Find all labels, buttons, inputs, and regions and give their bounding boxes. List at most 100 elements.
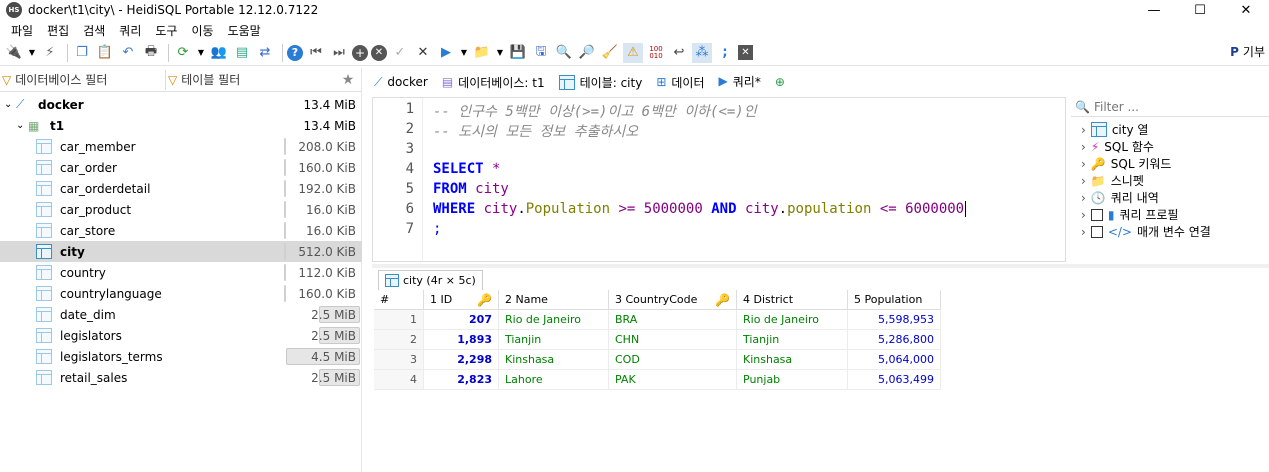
cell-district[interactable]: Rio de Janeiro — [737, 310, 848, 330]
tree-node-table[interactable]: countrylanguage 160.0 KiB — [0, 283, 362, 304]
close-button[interactable]: ✕ — [1223, 0, 1269, 20]
next-record-icon[interactable]: ⏭ — [329, 43, 349, 63]
cell-rownum[interactable]: 1 — [374, 310, 424, 330]
menu-goto[interactable]: 이동 — [184, 22, 220, 39]
menu-file[interactable]: 파일 — [4, 22, 40, 39]
transfer-icon[interactable]: ⇄ — [255, 43, 275, 63]
print-icon[interactable]: 🖶 — [141, 43, 161, 63]
table-row[interactable]: 3 2,298 Kinshasa COD Kinshasa 5,064,000 — [374, 350, 941, 370]
header-countrycode[interactable]: 3 CountryCode 🔑 — [609, 290, 737, 310]
tab-table[interactable]: 테이블: city — [552, 70, 650, 94]
table-row[interactable]: 4 2,823 Lahore PAK Punjab 5,063,499 — [374, 370, 941, 390]
save-snippet-icon[interactable]: 🖫 — [531, 43, 551, 63]
tree-node-table[interactable]: car_member 208.0 KiB — [0, 136, 362, 157]
helper-item-columns[interactable]: › city 열 — [1071, 121, 1269, 138]
table-row[interactable]: 2 1,893 Tianjin CHN Tianjin 5,286,800 — [374, 330, 941, 350]
helper-item-keywords[interactable]: › 🔑 SQL 키워드 — [1071, 155, 1269, 172]
menu-help[interactable]: 도움말 — [221, 22, 268, 39]
chevron-down-icon[interactable]: ⌄ — [16, 120, 28, 131]
helper-item-profile[interactable]: › ▮ 쿼리 프로필 — [1071, 206, 1269, 223]
close-query-icon[interactable]: ✕ — [738, 45, 753, 60]
tree-node-table[interactable]: car_store 16.0 KiB — [0, 220, 362, 241]
cell-id[interactable]: 2,298 — [424, 350, 499, 370]
helper-item-snippets[interactable]: › 📁 스니펫 — [1071, 172, 1269, 189]
tree-node-table[interactable]: car_product 16.0 KiB — [0, 199, 362, 220]
minimize-button[interactable]: — — [1131, 0, 1177, 20]
favorite-star-icon[interactable]: ★ — [336, 72, 360, 88]
helper-item-history[interactable]: › 🕓 쿼리 내역 — [1071, 189, 1269, 206]
maximize-button[interactable]: ☐ — [1177, 0, 1223, 20]
chevron-right-icon[interactable]: › — [1081, 140, 1086, 154]
checkbox[interactable] — [1090, 225, 1103, 238]
tree-node-server[interactable]: ⌄ ⟋ docker 13.4 MiB — [0, 94, 362, 115]
cell-name[interactable]: Tianjin — [499, 330, 609, 350]
post-record-icon[interactable]: ✓ — [390, 43, 410, 63]
replace-icon[interactable]: 🔎 — [577, 43, 597, 63]
cell-countrycode[interactable]: CHN — [609, 330, 737, 350]
cancel-edit-icon[interactable]: ✕ — [413, 43, 433, 63]
tree-node-table[interactable]: country 112.0 KiB — [0, 262, 362, 283]
cell-population[interactable]: 5,064,000 — [848, 350, 941, 370]
result-tab[interactable]: city (4r × 5c) — [378, 270, 483, 290]
open-folder-icon[interactable]: 📁 — [472, 43, 492, 63]
tab-database[interactable]: ▤ 데이터베이스: t1 — [435, 70, 552, 94]
dropdown-arrow-icon[interactable]: ▼ — [196, 43, 206, 63]
tab-query[interactable]: ▶ 쿼리* — [711, 70, 768, 94]
cell-id[interactable]: 2,823 — [424, 370, 499, 390]
cell-countrycode[interactable]: BRA — [609, 310, 737, 330]
menu-query[interactable]: 쿼리 — [112, 22, 148, 39]
dropdown-arrow-icon[interactable]: ▼ — [27, 43, 37, 63]
cell-name[interactable]: Kinshasa — [499, 350, 609, 370]
cell-rownum[interactable]: 2 — [374, 330, 424, 350]
menu-edit[interactable]: 편집 — [40, 22, 76, 39]
sql-editor[interactable]: 1 2 3 4 5 6 7 -- 인구수 5백만 이상(>=)이고 6백만 이하… — [372, 97, 1066, 262]
donate-button[interactable]: 기부 — [1243, 43, 1265, 60]
cell-rownum[interactable]: 4 — [374, 370, 424, 390]
helper-filter-input[interactable]: 🔍 Filter ... — [1071, 97, 1269, 117]
header-population[interactable]: 5 Population — [848, 290, 941, 310]
save-icon[interactable]: 💾 — [508, 43, 528, 63]
cell-population[interactable]: 5,598,953 — [848, 310, 941, 330]
cell-district[interactable]: Kinshasa — [737, 350, 848, 370]
chevron-right-icon[interactable]: › — [1081, 174, 1086, 188]
cell-id[interactable]: 207 — [424, 310, 499, 330]
database-filter-input[interactable]: ▽ 데이터베이스 필터 — [0, 69, 166, 90]
copy-icon[interactable]: ❐ — [72, 43, 92, 63]
header-name[interactable]: 2 Name — [499, 290, 609, 310]
run-query-icon[interactable]: ▶ — [436, 43, 456, 63]
chevron-down-icon[interactable]: ⌄ — [4, 99, 16, 110]
cell-district[interactable]: Tianjin — [737, 330, 848, 350]
panel-splitter[interactable] — [372, 264, 1269, 268]
disconnect-icon[interactable]: ⚡ — [40, 43, 60, 63]
helper-item-bind-params[interactable]: › </> 매개 변수 연결 — [1071, 223, 1269, 240]
dropdown-arrow-icon[interactable]: ▼ — [459, 43, 469, 63]
cell-population[interactable]: 5,286,800 — [848, 330, 941, 350]
reformat-icon[interactable]: ⁂ — [692, 42, 712, 63]
menu-search[interactable]: 검색 — [76, 22, 112, 39]
refresh-icon[interactable]: ⟳ — [173, 43, 193, 63]
undo-icon[interactable]: ↶ — [118, 43, 138, 63]
chevron-right-icon[interactable]: › — [1081, 123, 1086, 137]
warning-toggle-icon[interactable]: ⚠ — [623, 42, 643, 63]
cell-population[interactable]: 5,063,499 — [848, 370, 941, 390]
header-rownum[interactable]: # — [374, 290, 424, 310]
cell-name[interactable]: Rio de Janeiro — [499, 310, 609, 330]
cell-countrycode[interactable]: PAK — [609, 370, 737, 390]
cell-countrycode[interactable]: COD — [609, 350, 737, 370]
help-icon[interactable]: ? — [287, 44, 303, 61]
cell-district[interactable]: Punjab — [737, 370, 848, 390]
cell-id[interactable]: 1,893 — [424, 330, 499, 350]
table-row[interactable]: 1 207 Rio de Janeiro BRA Rio de Janeiro 5,598… — [374, 310, 941, 330]
export-icon[interactable]: ▤ — [232, 43, 252, 63]
first-record-icon[interactable]: ⏮ — [306, 43, 326, 63]
chevron-right-icon[interactable]: › — [1081, 208, 1086, 222]
insert-record-icon[interactable]: + — [352, 44, 368, 61]
checkbox[interactable] — [1090, 208, 1103, 221]
cell-name[interactable]: Lahore — [499, 370, 609, 390]
helper-item-functions[interactable]: › ⚡ SQL 함수 — [1071, 138, 1269, 155]
tab-data[interactable]: ⊞ 데이터 — [649, 70, 711, 94]
find-icon[interactable]: 🔍 — [554, 43, 574, 63]
chevron-right-icon[interactable]: › — [1081, 225, 1086, 239]
tree-node-table[interactable]: legislators 2.5 MiB — [0, 325, 362, 346]
tree-node-table[interactable]: date_dim 2.5 MiB — [0, 304, 362, 325]
